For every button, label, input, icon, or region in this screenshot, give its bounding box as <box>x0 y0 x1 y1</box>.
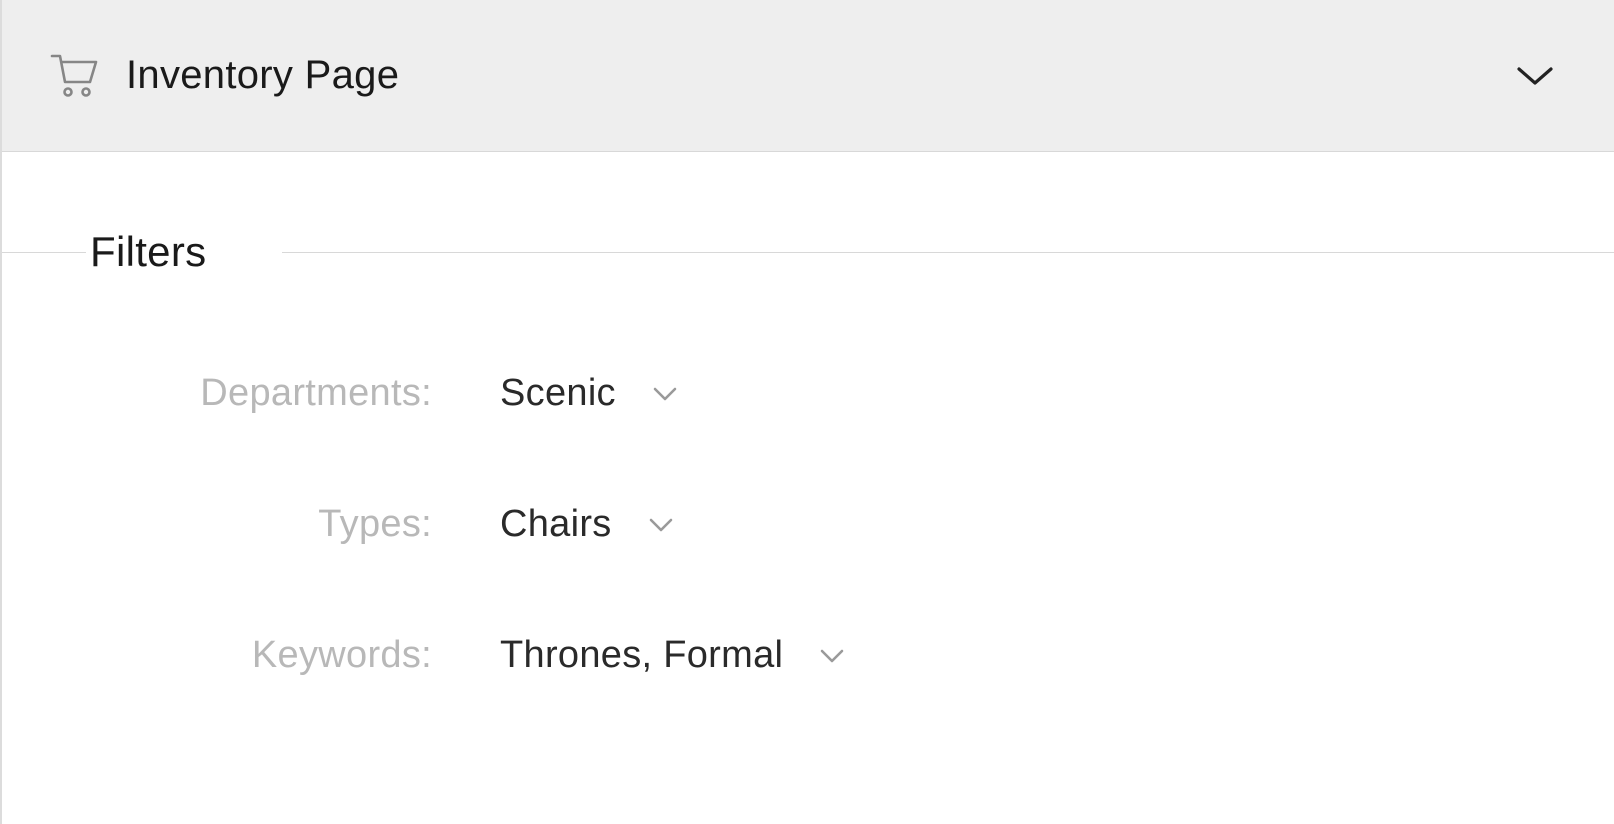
filter-label-departments: Departments: <box>2 372 432 415</box>
filter-row-keywords: Keywords: Thrones, Formal <box>2 634 1614 677</box>
page-container: Inventory Page Filters Departments: Scen… <box>0 0 1614 824</box>
header-collapse-toggle[interactable] <box>1516 65 1554 87</box>
header-bar[interactable]: Inventory Page <box>2 0 1614 152</box>
content-area: Filters Departments: Scenic <box>2 152 1614 824</box>
chevron-down-icon <box>819 648 845 664</box>
filters-section: Filters Departments: Scenic <box>2 152 1614 677</box>
filter-row-types: Types: Chairs <box>2 503 1614 546</box>
filter-label-types: Types: <box>2 503 432 546</box>
divider-right <box>282 252 1614 253</box>
page-title: Inventory Page <box>126 53 399 98</box>
filter-value-departments: Scenic <box>500 372 616 415</box>
divider-left <box>2 252 86 253</box>
cart-icon <box>50 54 98 98</box>
filter-value-types: Chairs <box>500 503 612 546</box>
filters-heading: Filters <box>90 228 238 276</box>
chevron-down-icon <box>648 517 674 533</box>
chevron-down-icon <box>652 386 678 402</box>
filters-heading-row: Filters <box>2 228 1614 276</box>
filter-value-keywords: Thrones, Formal <box>500 634 783 677</box>
filter-row-departments: Departments: Scenic <box>2 372 1614 415</box>
filter-label-keywords: Keywords: <box>2 634 432 677</box>
filter-rows: Departments: Scenic Types: Chairs <box>2 276 1614 677</box>
filter-dropdown-types[interactable]: Chairs <box>500 503 674 546</box>
filter-dropdown-departments[interactable]: Scenic <box>500 372 678 415</box>
filter-dropdown-keywords[interactable]: Thrones, Formal <box>500 634 845 677</box>
